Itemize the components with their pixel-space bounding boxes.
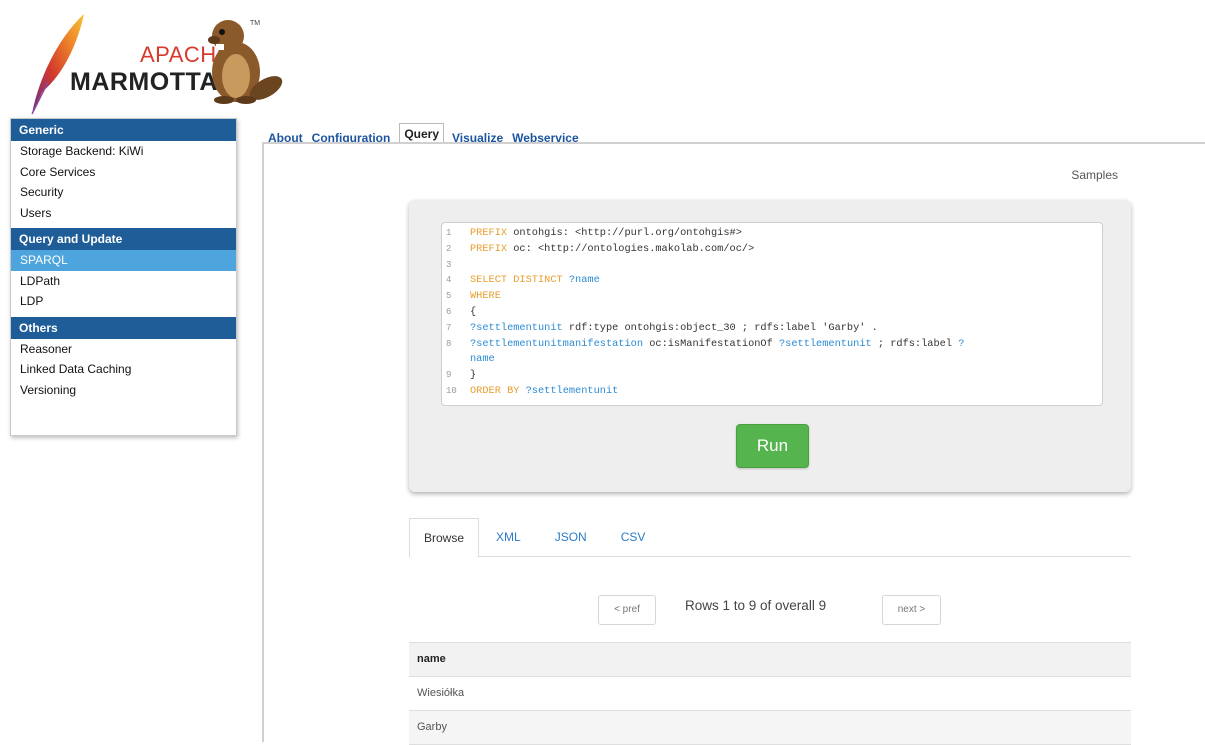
sidebar-item-linked-data-caching[interactable]: Linked Data Caching — [11, 359, 236, 380]
sidebar-nav: Generic Storage Backend: KiWi Core Service… — [10, 118, 237, 436]
table-header-name: name — [409, 642, 1131, 677]
code-line: 1 PREFIX ontohgis: <http://purl.org/ontoh… — [442, 226, 1102, 242]
variable-token: ?settlementunit — [525, 384, 619, 397]
apache-marmotta-logo: APACHE MARMOTTA TM — [28, 12, 288, 116]
query-content-panel: Samples 1 PREFIX ontohgis: <http://purl.o… — [262, 142, 1205, 745]
code-text: PREFIX ontohgis: <http://purl.org/ontohg… — [466, 226, 1102, 242]
code-text: WHERE — [466, 289, 1102, 305]
result-tab-browse[interactable]: Browse — [409, 518, 480, 558]
code-line: 8 ?settlementunitmanifestation oc:isManif… — [442, 337, 1102, 353]
code-line: 4 SELECT DISTINCT ?name — [442, 273, 1102, 289]
code-token: ; rdfs:label — [871, 337, 959, 350]
variable-token: ?settlementunitmanifestation — [470, 337, 644, 350]
sidebar-item-sparql[interactable]: SPARQL — [11, 250, 236, 271]
code-token: oc: <http://ontologies.makolab.com/oc/> — [507, 242, 755, 255]
sparql-editor[interactable]: 1 PREFIX ontohgis: <http://purl.org/ontoh… — [441, 222, 1103, 406]
variable-token: ? — [958, 337, 965, 350]
prev-page-button[interactable]: < pref — [598, 595, 656, 625]
result-tab-csv[interactable]: CSV — [604, 518, 663, 556]
feather-icon — [31, 14, 84, 115]
code-line: 3 — [442, 258, 1102, 274]
result-tab-json[interactable]: JSON — [538, 518, 604, 556]
sidebar-item-versioning[interactable]: Versioning — [11, 380, 236, 401]
keyword-token: ORDER BY — [470, 384, 520, 397]
code-line: 9} — [442, 368, 1102, 384]
code-token: ontohgis: <http://purl.org/ontohgis#> — [507, 227, 742, 239]
keyword-token: SELECT DISTINCT — [470, 274, 563, 287]
trademark-mark: TM — [250, 20, 261, 27]
code-text: name — [466, 352, 1102, 368]
code-text: { — [466, 305, 1102, 321]
next-page-button[interactable]: next > — [882, 595, 941, 625]
code-text: ?settlementunitmanifestation oc:isManife… — [466, 337, 1102, 353]
line-number: 1 — [446, 228, 452, 238]
rows-info: Rows 1 to 9 of overall 9 — [685, 598, 827, 613]
marmot-icon — [208, 20, 283, 104]
result-format-tabs: Browse XML JSON CSV — [409, 518, 1131, 558]
code-token: { — [470, 305, 477, 318]
keyword-token: PREFIX — [470, 227, 508, 239]
table-row: Wiesiółka — [409, 677, 1131, 711]
line-number: 5 — [446, 291, 452, 302]
variable-token: ?name — [568, 274, 600, 287]
keyword-token: PREFIX — [470, 242, 508, 255]
code-text: } — [466, 368, 1102, 384]
code-text: ?settlementunit rdf:type ontohgis:object… — [466, 321, 1102, 337]
variable-token: ?settlementunit — [778, 337, 872, 350]
line-number: 4 — [446, 275, 452, 286]
sidebar-section-header: Generic — [11, 119, 236, 141]
code-token: } — [470, 369, 477, 382]
sidebar-item-core-services[interactable]: Core Services — [11, 162, 236, 183]
variable-token: ?settlementunit — [470, 321, 563, 334]
variable-token: name — [470, 353, 495, 366]
line-number: 3 — [446, 259, 452, 270]
logo-marmotta-text: MARMOTTA — [70, 68, 218, 96]
sidebar-item-ldpath[interactable]: LDPath — [11, 271, 236, 292]
line-number: 10 — [446, 385, 457, 396]
code-text: ORDER BY ?settlementunit — [466, 384, 1102, 400]
code-line: 6{ — [442, 305, 1102, 321]
code-line: name — [442, 352, 1102, 368]
query-box: 1 PREFIX ontohgis: <http://purl.org/ontoh… — [409, 200, 1131, 492]
sidebar-section-header: Others — [11, 316, 236, 339]
results-table: name Wiesiółka Garby — [409, 642, 1131, 745]
code-line: 5 WHERE — [442, 289, 1102, 305]
code-line: 10 ORDER BY ?settlementunit — [442, 384, 1102, 400]
line-number: 8 — [446, 338, 452, 349]
line-number: 7 — [446, 322, 452, 333]
line-number: 6 — [446, 306, 452, 317]
keyword-token: WHERE — [470, 290, 501, 303]
sidebar-item-users[interactable]: Users — [11, 203, 236, 224]
code-text: PREFIX oc: <http://ontologies.makolab.co… — [466, 242, 1102, 258]
line-number: 9 — [446, 370, 452, 381]
pager: < pref Rows 1 to 9 of overall 9 next > — [264, 593, 1205, 625]
sidebar-item-ldp[interactable]: LDP — [11, 291, 236, 312]
sidebar-item-security[interactable]: Security — [11, 182, 236, 203]
run-button[interactable]: Run — [736, 424, 809, 468]
code-text: SELECT DISTINCT ?name — [466, 273, 1102, 289]
sidebar-section-header: Query and Update — [11, 228, 236, 250]
code-token: oc:isManifestationOf — [643, 337, 779, 350]
line-number — [442, 352, 466, 368]
code-token: rdf:type ontohgis:object_30 ; rdfs:label… — [562, 321, 878, 334]
sidebar-item-storage-backend-kiwi[interactable]: Storage Backend: KiWi — [11, 141, 236, 162]
code-line: 7 ?settlementunit rdf:type ontohgis:objec… — [442, 321, 1102, 337]
line-number: 2 — [446, 243, 452, 254]
sidebar-item-reasoner[interactable]: Reasoner — [11, 339, 236, 360]
result-tab-xml[interactable]: XML — [479, 518, 538, 556]
code-line: 2 PREFIX oc: <http://ontologies.makolab.c… — [442, 242, 1102, 258]
samples-link[interactable]: Samples — [1071, 168, 1118, 182]
